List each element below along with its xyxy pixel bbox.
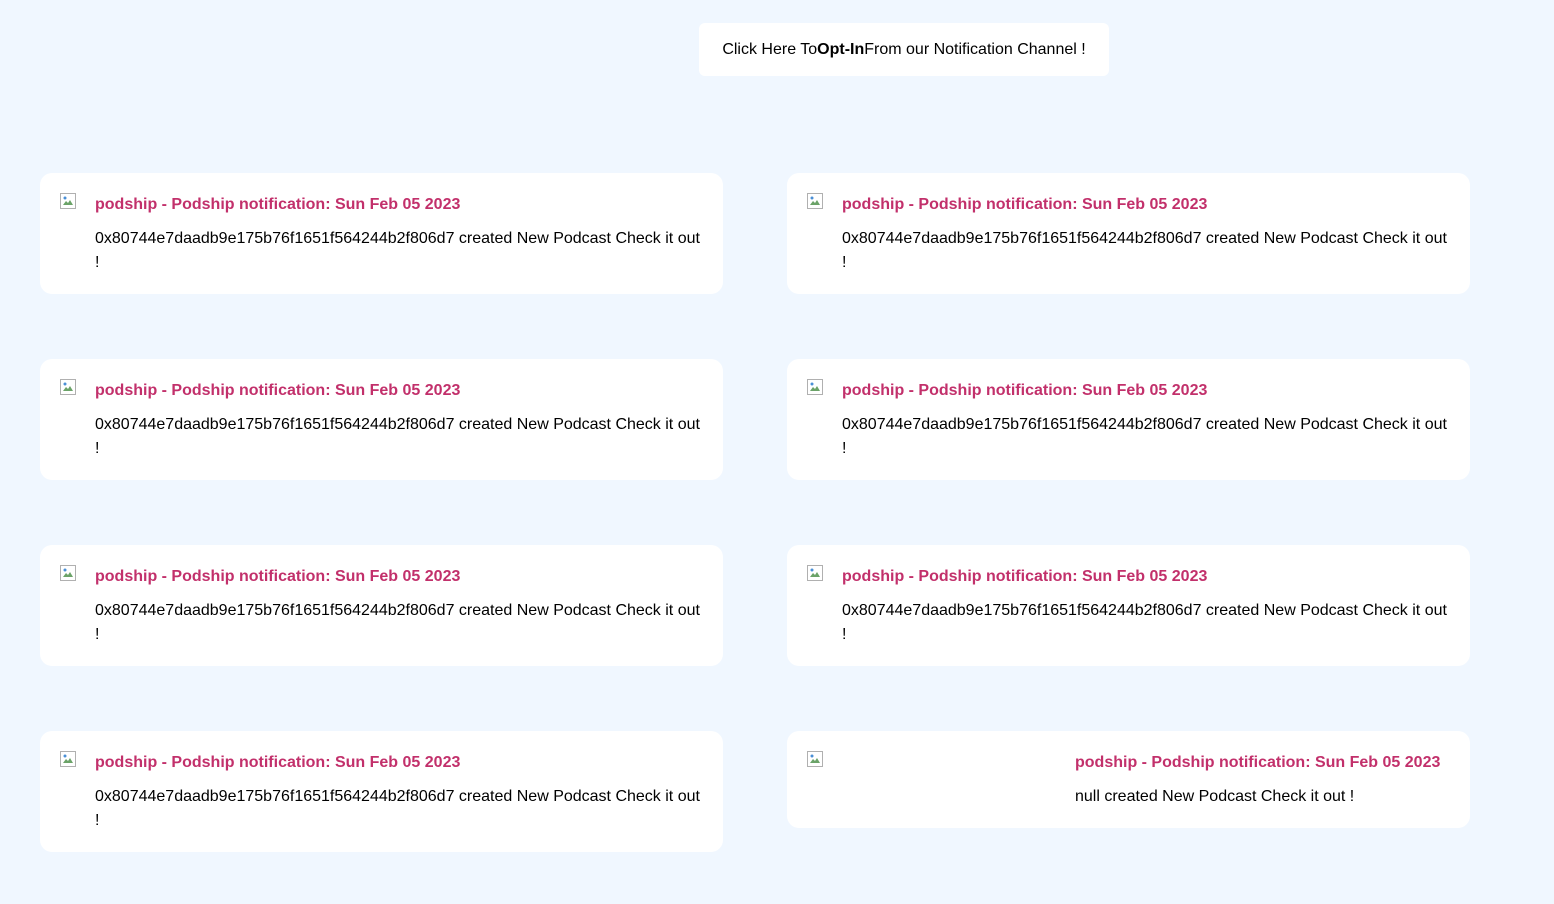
notification-title: podship - Podship notification: Sun Feb … bbox=[95, 196, 461, 213]
optin-prefix: Click Here To bbox=[722, 40, 818, 58]
notification-card: podship - Podship notification: Sun Feb … bbox=[40, 359, 723, 480]
notification-message: 0x80744e7daadb9e175b76f1651f564244b2f806… bbox=[95, 230, 700, 271]
notification-title: podship - Podship notification: Sun Feb … bbox=[842, 196, 1208, 213]
notification-title: podship - Podship notification: Sun Feb … bbox=[1075, 754, 1441, 771]
broken-image-icon bbox=[807, 565, 823, 581]
notification-card: podship - Podship notification: Sun Feb … bbox=[787, 359, 1470, 480]
notification-card: podship - Podship notification: Sun Feb … bbox=[787, 731, 1470, 828]
broken-image-icon bbox=[807, 751, 823, 767]
broken-image-icon bbox=[60, 379, 76, 395]
notification-card: podship - Podship notification: Sun Feb … bbox=[787, 173, 1470, 294]
notification-card: podship - Podship notification: Sun Feb … bbox=[787, 545, 1470, 666]
broken-image-icon bbox=[60, 751, 76, 767]
notification-message: 0x80744e7daadb9e175b76f1651f564244b2f806… bbox=[95, 416, 700, 457]
optin-button[interactable]: Click Here To Opt-In From our Notificati… bbox=[699, 23, 1109, 76]
notification-card: podship - Podship notification: Sun Feb … bbox=[40, 545, 723, 666]
notification-card: podship - Podship notification: Sun Feb … bbox=[40, 731, 723, 852]
optin-bold: Opt-In bbox=[817, 40, 865, 58]
broken-image-icon bbox=[60, 193, 76, 209]
notification-card: podship - Podship notification: Sun Feb … bbox=[40, 173, 723, 294]
notification-title: podship - Podship notification: Sun Feb … bbox=[842, 568, 1208, 585]
optin-suffix: From our Notification Channel ! bbox=[864, 40, 1086, 58]
notification-message: 0x80744e7daadb9e175b76f1651f564244b2f806… bbox=[842, 602, 1447, 643]
notification-message: null created New Podcast Check it out ! bbox=[1075, 788, 1355, 805]
broken-image-icon bbox=[60, 565, 76, 581]
broken-image-icon bbox=[807, 193, 823, 209]
notification-title: podship - Podship notification: Sun Feb … bbox=[842, 382, 1208, 399]
notification-message: 0x80744e7daadb9e175b76f1651f564244b2f806… bbox=[95, 602, 700, 643]
notification-message: 0x80744e7daadb9e175b76f1651f564244b2f806… bbox=[842, 416, 1447, 457]
notification-title: podship - Podship notification: Sun Feb … bbox=[95, 382, 461, 399]
broken-image-icon bbox=[807, 379, 823, 395]
notification-message: 0x80744e7daadb9e175b76f1651f564244b2f806… bbox=[842, 230, 1447, 271]
notification-title: podship - Podship notification: Sun Feb … bbox=[95, 568, 461, 585]
notification-message: 0x80744e7daadb9e175b76f1651f564244b2f806… bbox=[95, 788, 700, 829]
notification-title: podship - Podship notification: Sun Feb … bbox=[95, 754, 461, 771]
